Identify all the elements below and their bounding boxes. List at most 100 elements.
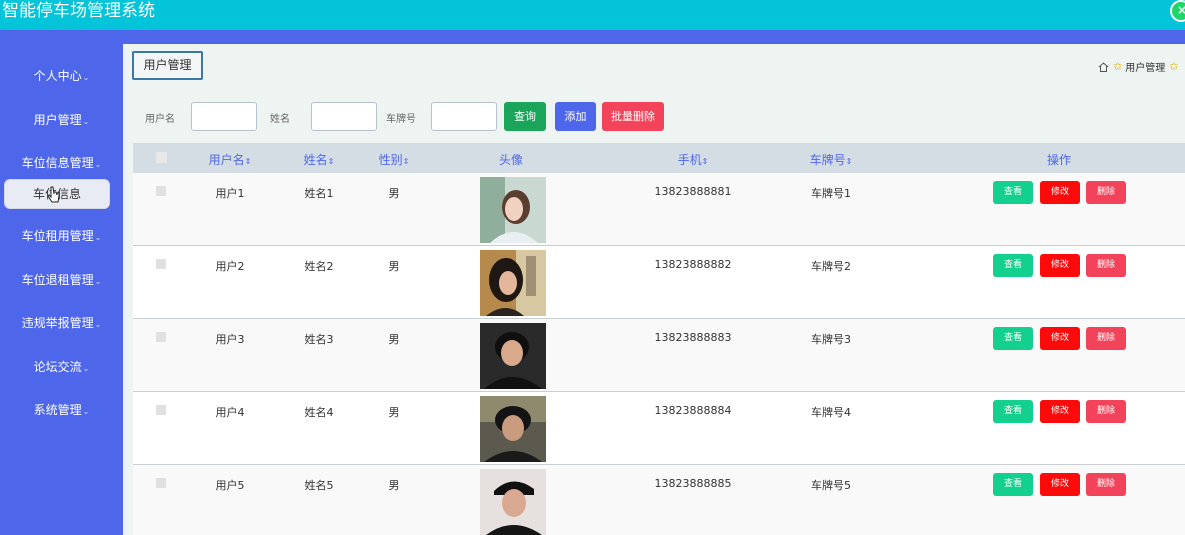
cell-name: 姓名1: [304, 187, 334, 200]
cell-phone: 13823888884: [654, 404, 732, 417]
chevron-down-icon: ⌄: [94, 233, 102, 242]
sidebar-item-parking-return-management[interactable]: 车位退租管理⌄: [0, 268, 123, 292]
column-header-gender[interactable]: 性别⇕: [379, 151, 410, 168]
avatar: [480, 469, 546, 535]
cell-gender: 男: [388, 260, 400, 273]
table-header: 用户名⇕ 姓名⇕ 性别⇕ 头像 手机⇕ 车牌号⇕ 操作: [133, 143, 1185, 173]
header-accent-strip: [0, 30, 1185, 44]
column-header-username[interactable]: 用户名⇕: [209, 151, 252, 168]
cell-plate: 车牌号3: [811, 333, 851, 346]
header-label: 车牌号: [809, 153, 846, 167]
cell-phone: 13823888883: [654, 331, 732, 344]
cell-plate: 车牌号2: [811, 260, 851, 273]
row-checkbox[interactable]: [156, 478, 166, 488]
column-header-phone[interactable]: 手机⇕: [678, 151, 709, 168]
table-row: 用户3 姓名3 男 13823888883 车牌号3 查看 修改 删除: [133, 319, 1185, 392]
sidebar-item-label: 车位退租管理: [21, 273, 94, 287]
star-icon: ✩: [1169, 60, 1179, 73]
header-label: 手机: [677, 153, 702, 167]
cell-name: 姓名5: [304, 479, 334, 492]
sidebar-item-label: 系统管理: [33, 403, 82, 417]
column-header-actions: 操作: [1047, 151, 1071, 168]
view-button[interactable]: 查看: [993, 181, 1033, 204]
sidebar-item-user-management[interactable]: 用户管理⌄: [0, 108, 123, 132]
column-header-plate[interactable]: 车牌号⇕: [810, 151, 853, 168]
close-button[interactable]: ×: [1170, 0, 1185, 22]
header-label: 用户名: [208, 153, 245, 167]
sort-icon: ⇕: [701, 157, 709, 166]
sidebar-item-forum[interactable]: 论坛交流⌄: [0, 355, 123, 379]
query-button[interactable]: 查询: [504, 102, 546, 131]
add-button[interactable]: 添加: [555, 102, 596, 131]
edit-button[interactable]: 修改: [1040, 473, 1080, 496]
header-label: 性别: [378, 153, 403, 167]
plate-label: 车牌号: [386, 114, 416, 125]
sidebar-item-parking-info-management[interactable]: 车位信息管理⌄: [0, 151, 123, 175]
delete-button[interactable]: 删除: [1086, 181, 1126, 204]
header-label: 头像: [498, 153, 524, 167]
cell-phone: 13823888885: [654, 477, 732, 490]
column-header-name[interactable]: 姓名⇕: [304, 151, 335, 168]
star-icon: ✩: [1113, 60, 1123, 73]
batch-delete-button[interactable]: 批量删除: [602, 102, 664, 131]
name-label: 姓名: [270, 114, 290, 125]
sort-icon: ⇕: [845, 157, 853, 166]
cell-gender: 男: [388, 406, 400, 419]
view-button[interactable]: 查看: [993, 400, 1033, 423]
row-checkbox[interactable]: [156, 259, 166, 269]
top-header: 智能停车场管理系统 ×: [0, 0, 1185, 30]
username-label: 用户名: [145, 114, 175, 125]
edit-button[interactable]: 修改: [1040, 254, 1080, 277]
chevron-down-icon: ⌄: [94, 320, 102, 329]
cell-gender: 男: [388, 333, 400, 346]
sidebar-item-label: 车位租用管理: [21, 229, 94, 243]
select-all-checkbox[interactable]: [156, 152, 167, 163]
sidebar-item-label: 用户管理: [33, 113, 82, 127]
table-row: 用户5 姓名5 男 13823888885 车牌号5 查看 修改 删除: [133, 465, 1185, 535]
delete-button[interactable]: 删除: [1086, 473, 1126, 496]
edit-button[interactable]: 修改: [1040, 181, 1080, 204]
view-button[interactable]: 查看: [993, 473, 1033, 496]
chevron-down-icon: ⌄: [82, 73, 90, 82]
chevron-down-icon: ⌄: [82, 117, 90, 126]
avatar: [480, 177, 546, 243]
sidebar-item-personal-center[interactable]: 个人中心⌄: [0, 64, 123, 88]
row-checkbox[interactable]: [156, 332, 166, 342]
avatar: [480, 396, 546, 462]
row-checkbox[interactable]: [156, 186, 166, 196]
delete-button[interactable]: 删除: [1086, 254, 1126, 277]
sidebar-item-parking-rent-management[interactable]: 车位租用管理⌄: [0, 224, 123, 248]
home-icon[interactable]: [1098, 61, 1109, 72]
sidebar-item-violation-report-management[interactable]: 违规举报管理⌄: [0, 311, 123, 335]
breadcrumb: ✩ 用户管理 ✩: [1098, 59, 1181, 74]
cell-gender: 男: [388, 187, 400, 200]
edit-button[interactable]: 修改: [1040, 327, 1080, 350]
cell-name: 姓名2: [304, 260, 334, 273]
cell-plate: 车牌号5: [811, 479, 851, 492]
sort-icon: ⇕: [244, 157, 252, 166]
cell-name: 姓名4: [304, 406, 334, 419]
tab-user-management[interactable]: 用户管理: [132, 51, 203, 80]
chevron-down-icon: ⌄: [82, 407, 90, 416]
view-button[interactable]: 查看: [993, 254, 1033, 277]
view-button[interactable]: 查看: [993, 327, 1033, 350]
sidebar-item-label: 论坛交流: [33, 360, 82, 374]
delete-button[interactable]: 删除: [1086, 327, 1126, 350]
close-icon: ×: [1177, 3, 1185, 17]
cell-username: 用户1: [215, 187, 245, 200]
username-search-input[interactable]: [191, 102, 257, 131]
row-checkbox[interactable]: [156, 405, 166, 415]
cell-username: 用户4: [215, 406, 245, 419]
name-search-input[interactable]: [311, 102, 377, 131]
delete-button[interactable]: 删除: [1086, 400, 1126, 423]
sidebar-item-system-management[interactable]: 系统管理⌄: [0, 398, 123, 422]
plate-search-input[interactable]: [431, 102, 497, 131]
user-table: 用户名⇕ 姓名⇕ 性别⇕ 头像 手机⇕ 车牌号⇕ 操作 用户1 姓名1 男 13…: [133, 143, 1185, 535]
edit-button[interactable]: 修改: [1040, 400, 1080, 423]
cell-username: 用户2: [215, 260, 245, 273]
avatar: [480, 250, 546, 316]
pointer-cursor-icon: [47, 186, 60, 203]
avatar: [480, 323, 546, 389]
cell-phone: 13823888881: [654, 185, 732, 198]
sort-icon: ⇕: [402, 157, 410, 166]
